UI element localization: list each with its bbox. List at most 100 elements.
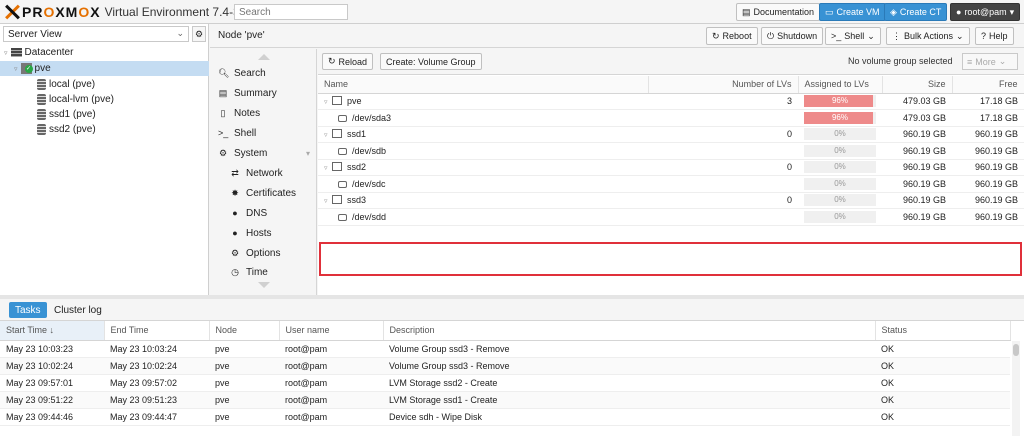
bulk-actions-button[interactable]: ⋮ Bulk Actions ⌄	[886, 27, 970, 45]
pv-row[interactable]: /dev/sdc 0% 960.19 GB 960.19 GB	[318, 175, 1024, 193]
usage-label: 0%	[834, 162, 846, 172]
expand-icon[interactable]: ▿	[324, 164, 332, 172]
usage-bar: 96%	[804, 95, 876, 108]
volume-group-icon	[332, 129, 342, 139]
assigned-cell: 0%	[798, 159, 882, 176]
nav-summary[interactable]: ▤ Summary	[218, 84, 277, 102]
lvm-toolbar: ↻ Reload Create: Volume Group No volume g…	[318, 49, 1024, 75]
create-ct-button[interactable]: ◈ Create CT	[884, 3, 948, 21]
nav-notes[interactable]: ▯ Notes	[218, 104, 261, 122]
vg-row[interactable]: ▿ ssd3 0 0% 960.19 GB 960.19 GB	[318, 192, 1024, 209]
nav-options[interactable]: ⚙ Options	[230, 244, 281, 262]
reboot-button[interactable]: ↻ Reboot	[706, 27, 758, 45]
description-cell: LVM Storage ssd1 - Create	[383, 391, 875, 409]
create-volume-group-button[interactable]: Create: Volume Group	[380, 53, 482, 70]
tree-item-ssd2[interactable]: ssd2 (pve)	[37, 122, 96, 137]
tree-item-pve[interactable]: ▿pve	[0, 61, 209, 76]
start-time-cell: May 23 10:02:24	[0, 357, 104, 375]
nav-system[interactable]: ⚙ System ▾	[218, 144, 310, 162]
start-time-cell: May 23 10:03:23	[0, 340, 104, 358]
nav-network[interactable]: ⇄ Network	[230, 164, 282, 182]
expand-icon[interactable]: ▿	[324, 98, 332, 106]
user-cell: root@pam	[279, 391, 383, 409]
shell-button[interactable]: >_ Shell ⌄	[825, 27, 881, 45]
storage-icon	[37, 124, 46, 135]
col-user[interactable]: User name	[279, 321, 384, 341]
end-time-cell: May 23 10:03:24	[104, 340, 209, 358]
task-row[interactable]: May 23 10:03:23 May 23 10:03:24 pve root@pa…	[0, 340, 1010, 358]
nav-dns[interactable]: ● DNS	[230, 204, 267, 222]
pv-row[interactable]: /dev/sdb 0% 960.19 GB 960.19 GB	[318, 142, 1024, 160]
status-cell: OK	[875, 408, 1010, 426]
row-name: /dev/sdb	[352, 145, 387, 156]
col-status[interactable]: Status	[875, 321, 1011, 341]
more-button[interactable]: ≡ More ⌄	[962, 53, 1018, 70]
col-node[interactable]: Node	[209, 321, 280, 341]
free-cell: 17.18 GB	[952, 109, 1024, 127]
nav-certificates[interactable]: ✸ Certificates	[230, 184, 296, 202]
lv-count: 0	[648, 159, 798, 176]
tab-cluster-log[interactable]: Cluster log	[48, 302, 108, 318]
col-end-time[interactable]: End Time	[104, 321, 210, 341]
usage-label: 0%	[834, 145, 846, 155]
terminal-icon: >_	[218, 128, 229, 138]
network-icon: ⇄	[231, 167, 239, 178]
end-time-cell: May 23 10:02:24	[104, 357, 209, 375]
clock-icon: ◷	[231, 266, 239, 277]
usage-bar: 0%	[804, 210, 876, 223]
gear-icon[interactable]: ⚙	[192, 26, 206, 42]
usage-bar: 0%	[804, 194, 876, 207]
usage-label: 0%	[834, 178, 846, 188]
documentation-button[interactable]: ▤ Documentation	[736, 3, 821, 21]
certificate-icon: ✸	[231, 187, 239, 198]
help-button[interactable]: ? Help	[975, 27, 1014, 45]
tree-item-ssd1[interactable]: ssd1 (pve)	[37, 107, 96, 122]
col-lvs[interactable]: Number of LVs	[648, 76, 799, 94]
task-scrollbar[interactable]	[1012, 341, 1020, 436]
tree-item-local-lvm[interactable]: local-lvm (pve)	[37, 92, 114, 107]
scroll-down-icon[interactable]	[258, 282, 270, 288]
storage-icon	[37, 109, 46, 120]
name-cell: ▿ ssd2	[318, 159, 648, 176]
expand-icon[interactable]: ▿	[324, 197, 332, 205]
pv-row[interactable]: /dev/sda3 96% 479.03 GB 17.18 GB	[318, 109, 1024, 127]
scroll-up-icon[interactable]	[258, 54, 270, 60]
col-size[interactable]: Size	[882, 76, 953, 94]
tab-tasks[interactable]: Tasks	[9, 302, 47, 318]
task-row[interactable]: May 23 10:02:24 May 23 10:02:24 pve root@pa…	[0, 357, 1010, 375]
expand-icon[interactable]: ▿	[324, 131, 332, 139]
vg-row[interactable]: ▿ pve 3 96% 479.03 GB 17.18 GB	[318, 93, 1024, 110]
size-cell: 479.03 GB	[882, 93, 952, 110]
vg-row[interactable]: ▿ ssd2 0 0% 960.19 GB 960.19 GB	[318, 159, 1024, 176]
scrollbar-thumb[interactable]	[1013, 344, 1019, 356]
tree-item-datacenter[interactable]: ▿ Datacenter	[4, 45, 73, 60]
tree-item-local[interactable]: local (pve)	[37, 77, 95, 92]
col-free[interactable]: Free	[952, 76, 1024, 94]
col-description[interactable]: Description	[383, 321, 876, 341]
reload-button[interactable]: ↻ Reload	[322, 53, 374, 70]
nav-search[interactable]: 🔍︎ Search	[218, 64, 266, 82]
col-assigned[interactable]: Assigned to LVs	[798, 76, 883, 94]
usage-label: 0%	[834, 129, 846, 139]
start-time-cell: May 23 09:57:01	[0, 374, 104, 392]
shutdown-button[interactable]: ⏻ Shutdown	[761, 27, 824, 45]
nav-shell[interactable]: >_ Shell	[218, 124, 256, 142]
nav-time[interactable]: ◷ Time	[230, 263, 268, 281]
task-row[interactable]: May 23 09:57:01 May 23 09:57:02 pve root@pa…	[0, 374, 1010, 392]
col-start-time[interactable]: Start Time ↓	[0, 321, 105, 341]
power-icon: ⏻	[767, 30, 775, 41]
globe-icon: ●	[232, 208, 238, 218]
reload-icon: ↻	[328, 56, 336, 66]
user-menu-button[interactable]: ● root@pam ▾	[950, 3, 1021, 21]
global-search-input[interactable]	[234, 4, 348, 20]
reload-icon: ↻	[712, 30, 720, 41]
task-row[interactable]: May 23 09:51:22 May 23 09:51:23 pve root@pa…	[0, 391, 1010, 409]
col-name[interactable]: Name	[318, 76, 649, 94]
terminal-icon: >_	[831, 31, 842, 41]
pv-row[interactable]: /dev/sdd 0% 960.19 GB 960.19 GB	[318, 208, 1024, 226]
nav-hosts[interactable]: ● Hosts	[230, 224, 271, 242]
task-row[interactable]: May 23 09:44:46 May 23 09:44:47 pve root@pa…	[0, 408, 1010, 426]
create-vm-button[interactable]: ▭ Create VM	[819, 3, 886, 21]
server-view-select[interactable]: Server View ⌄	[3, 26, 189, 42]
vg-row[interactable]: ▿ ssd1 0 0% 960.19 GB 960.19 GB	[318, 126, 1024, 143]
